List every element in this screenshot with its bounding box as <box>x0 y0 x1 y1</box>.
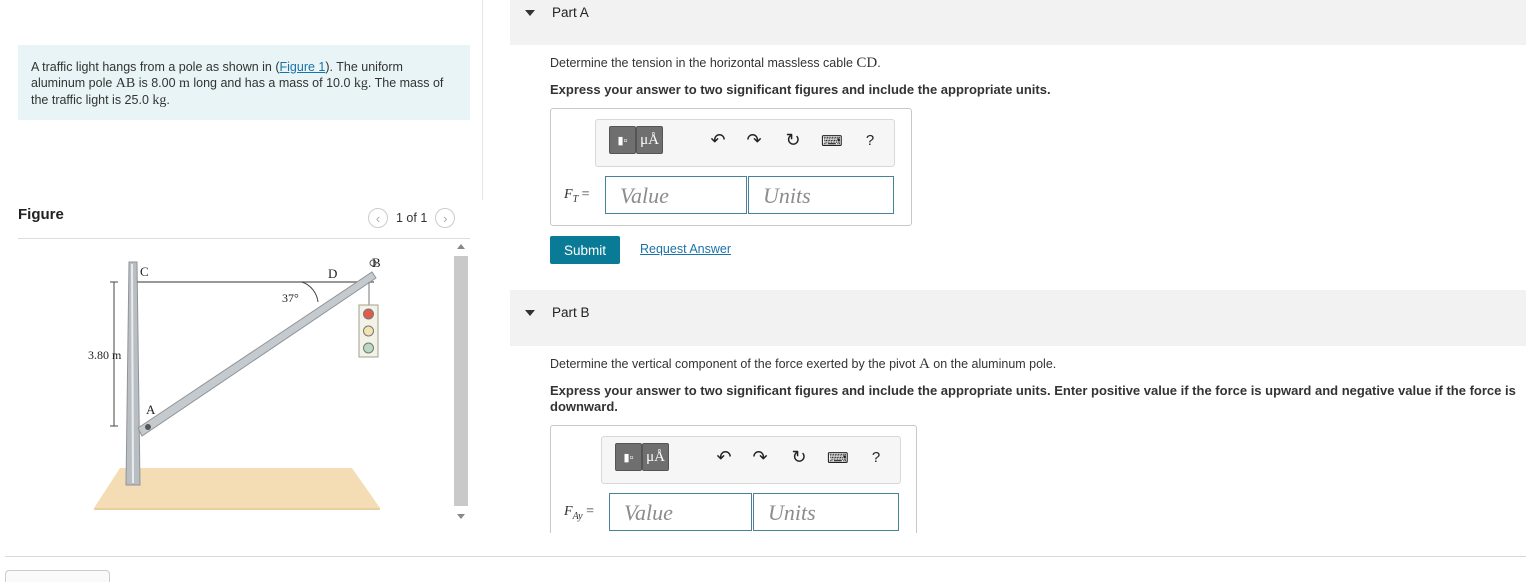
keyboard-icon[interactable]: ⌨ <box>821 132 843 150</box>
question-text: on the aluminum pole. <box>929 357 1057 371</box>
collapse-triangle-icon[interactable] <box>525 310 535 316</box>
request-answer-link[interactable]: Request Answer <box>640 242 731 256</box>
pivot-a <box>145 424 151 430</box>
intro-text: long and has a mass of 10.0 <box>189 76 354 90</box>
redo-icon[interactable]: ↷ <box>750 447 770 468</box>
label-main: F <box>564 504 573 519</box>
figure-link[interactable]: Figure 1 <box>280 60 326 74</box>
yellow-lamp <box>363 325 374 337</box>
redo-icon[interactable]: ↷ <box>744 130 764 151</box>
figure-diagram: C D B A 37° 3.80 m <box>88 255 381 510</box>
label-d: D <box>328 266 337 281</box>
collapse-triangle-icon[interactable] <box>525 10 535 16</box>
chevron-left-icon[interactable]: ‹ <box>368 208 388 228</box>
templates-icon[interactable]: ▮▫ <box>609 126 636 154</box>
column-divider <box>482 0 483 200</box>
reset-icon[interactable]: ↻ <box>789 447 809 468</box>
angle-arc <box>301 281 319 303</box>
value-input[interactable]: Value <box>609 493 752 531</box>
footer-divider <box>5 556 1526 557</box>
ground-edge <box>94 508 380 510</box>
scroll-down-icon[interactable] <box>457 514 465 519</box>
label-height: 3.80 m <box>88 348 122 362</box>
part-b-instruction: Express your answer to two significant f… <box>550 383 1516 414</box>
symbol-ab: AB <box>115 76 136 91</box>
pager-text: 1 of 1 <box>396 211 428 225</box>
units-input[interactable]: Units <box>753 493 899 531</box>
footer-tab[interactable] <box>5 570 110 582</box>
undo-icon[interactable]: ↶ <box>714 447 734 468</box>
intro-text: A traffic light hangs from a pole as sho… <box>31 60 280 74</box>
part-a-instruction: Express your answer to two significant f… <box>550 82 1051 97</box>
chevron-right-icon[interactable]: › <box>435 208 456 228</box>
intro-text: is 8.00 <box>135 76 179 90</box>
pole-ab <box>137 271 377 437</box>
question-text: Determine the tension in the horizontal … <box>550 56 857 70</box>
part-a-question: Determine the tension in the horizontal … <box>550 55 881 72</box>
help-icon[interactable]: ? <box>866 449 886 466</box>
label-b: B <box>372 255 381 270</box>
label-a: A <box>146 402 156 417</box>
unit-m: m <box>179 76 190 91</box>
part-a-header[interactable] <box>510 0 1526 45</box>
label-angle: 37° <box>282 291 299 305</box>
answer-label: FT = <box>564 187 590 205</box>
templates-icon[interactable]: ▮▫ <box>615 443 642 471</box>
part-b-answer-box: ▮▫ μÅ ↶ ↷ ↻ ⌨ ? FAy = Value Units <box>550 425 917 533</box>
reset-icon[interactable]: ↻ <box>783 130 803 151</box>
unit-kg: kg <box>152 93 167 108</box>
question-text: . <box>877 56 881 70</box>
label-eq: = <box>582 504 594 519</box>
part-b-title[interactable]: Part B <box>552 305 590 320</box>
pole-highlight <box>131 263 134 484</box>
part-a-answer-box: ▮▫ μÅ ↶ ↷ ↻ ⌨ ? FT = Value Units <box>550 108 912 226</box>
math-toolbar: ▮▫ μÅ ↶ ↷ ↻ ⌨ ? <box>601 436 901 484</box>
answer-label: FAy = <box>564 504 594 522</box>
label-sub: Ay <box>572 510 583 522</box>
symbol-cd: CD <box>856 55 878 71</box>
scroll-up-icon[interactable] <box>457 244 465 249</box>
intro-text: . <box>166 93 170 107</box>
label-c: C <box>140 264 149 279</box>
symbol-a: A <box>918 356 930 372</box>
scroll-thumb[interactable] <box>454 256 468 506</box>
units-icon[interactable]: μÅ <box>642 443 669 471</box>
value-input[interactable]: Value <box>605 176 747 214</box>
part-b-header[interactable] <box>510 290 1526 346</box>
figure-scrollbar[interactable] <box>454 242 468 525</box>
figure-title: Figure <box>18 206 64 223</box>
problem-statement: A traffic light hangs from a pole as sho… <box>18 45 470 120</box>
units-input[interactable]: Units <box>748 176 894 214</box>
figure-pager: ‹ 1 of 1 › <box>368 207 456 229</box>
undo-icon[interactable]: ↶ <box>708 130 728 151</box>
submit-button[interactable]: Submit <box>550 236 620 264</box>
math-toolbar: ▮▫ μÅ ↶ ↷ ↻ ⌨ ? <box>595 119 895 167</box>
green-lamp <box>363 342 374 354</box>
label-eq: = <box>578 187 590 202</box>
help-icon[interactable]: ? <box>860 132 880 149</box>
unit-kg: kg <box>353 76 368 91</box>
divider <box>18 238 470 239</box>
keyboard-icon[interactable]: ⌨ <box>827 449 849 467</box>
label-main: F <box>564 187 573 202</box>
question-text: Determine the vertical component of the … <box>550 357 919 371</box>
part-b-question: Determine the vertical component of the … <box>550 356 1056 373</box>
part-a-title[interactable]: Part A <box>552 5 589 20</box>
units-icon[interactable]: μÅ <box>636 126 663 154</box>
red-lamp <box>363 308 374 320</box>
